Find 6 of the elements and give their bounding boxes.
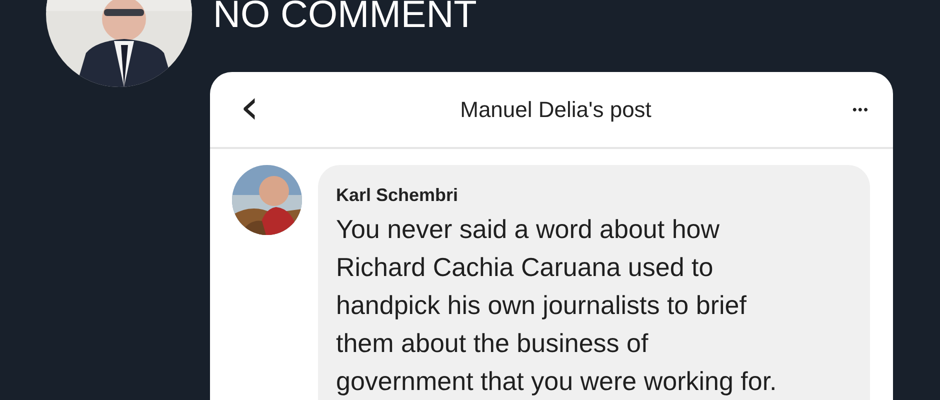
comment-author: Karl Schembri: [336, 185, 460, 206]
headline: NO COMMENT: [213, 0, 478, 34]
comment-text: You never said a word about how Richard Cachia Caruana used to handpick his own journalists to brief them about the business of government that you were working for.: [336, 213, 778, 398]
back-button[interactable]: ‹: [236, 86, 264, 132]
post-title: Manuel Delia's post: [459, 96, 652, 122]
more-button[interactable]: •••: [848, 98, 873, 121]
